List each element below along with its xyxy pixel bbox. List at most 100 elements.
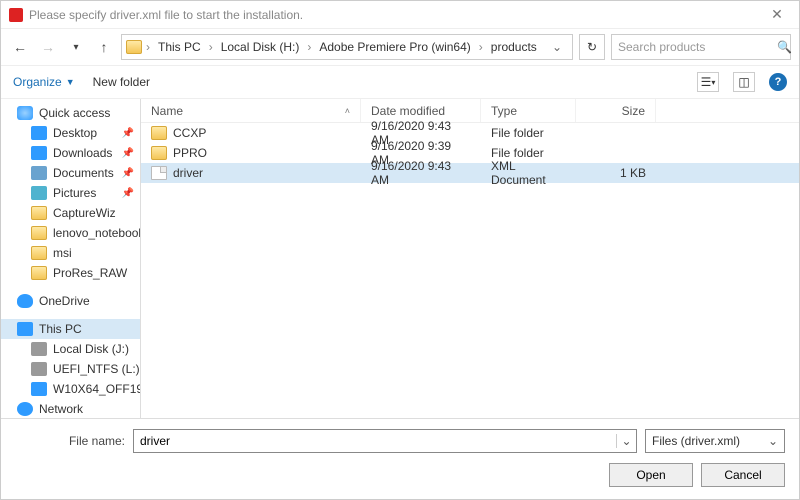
disk-icon bbox=[31, 342, 47, 356]
view-mode-button[interactable]: ☰▾ bbox=[697, 72, 719, 92]
file-type-filter[interactable]: Files (driver.xml) ⌄ bbox=[645, 429, 785, 453]
dl-icon bbox=[31, 146, 47, 160]
crumb-folder-1[interactable]: Adobe Premiere Pro (win64) bbox=[315, 38, 474, 56]
tree-item[interactable]: OneDrive bbox=[1, 291, 140, 311]
tree-item[interactable]: Desktop📌 bbox=[1, 123, 140, 143]
refresh-button[interactable]: ↻ bbox=[579, 34, 605, 60]
star-icon bbox=[17, 106, 33, 120]
pics-icon bbox=[31, 186, 47, 200]
breadcrumb-dropdown[interactable]: ⌄ bbox=[546, 40, 568, 54]
chevron-down-icon: ⌄ bbox=[768, 434, 778, 448]
tree-item[interactable]: UEFI_NTFS (L:) bbox=[1, 359, 140, 379]
file-size: 1 KB bbox=[576, 166, 656, 180]
file-name: driver bbox=[173, 166, 203, 180]
close-icon[interactable]: ✕ bbox=[763, 6, 791, 23]
app-icon bbox=[9, 8, 23, 22]
tree-item-label: Quick access bbox=[39, 106, 110, 120]
tree-item-label: Local Disk (J:) bbox=[53, 342, 129, 356]
tree-item[interactable]: Documents 📌 bbox=[1, 163, 140, 183]
chevron-right-icon: › bbox=[146, 40, 150, 54]
filename-dropdown[interactable]: ⌄ bbox=[616, 434, 636, 448]
back-button[interactable]: ← bbox=[9, 39, 31, 55]
file-type: File folder bbox=[481, 146, 576, 160]
tree-item[interactable]: msi bbox=[1, 243, 140, 263]
disk-icon bbox=[31, 362, 47, 376]
title-bar: Please specify driver.xml file to start … bbox=[1, 1, 799, 29]
footer: File name: ⌄ Files (driver.xml) ⌄ Open C… bbox=[1, 418, 799, 499]
diskb-icon bbox=[31, 382, 47, 396]
tree-item-label: This PC bbox=[39, 322, 82, 336]
file-row[interactable]: driver9/16/2020 9:43 AMXML Document1 KB bbox=[141, 163, 799, 183]
preview-pane-button[interactable]: ◫ bbox=[733, 72, 755, 92]
main-area: Quick access Desktop📌 Downloads 📌 Documents 📌… bbox=[1, 99, 799, 418]
tree-item-label: Documents bbox=[53, 166, 114, 180]
folder-icon bbox=[126, 40, 142, 54]
crumb-this-pc[interactable]: This PC bbox=[154, 38, 205, 56]
tree-item-label: OneDrive bbox=[39, 294, 90, 308]
nav-bar: ← → ▾ ↑ › This PC › Local Disk (H:) › Ad… bbox=[1, 29, 799, 65]
pin-icon: 📌 bbox=[122, 188, 134, 199]
search-box[interactable]: 🔍 bbox=[611, 34, 791, 60]
tree-item[interactable]: This PC bbox=[1, 319, 140, 339]
crumb-folder-2[interactable]: products bbox=[487, 38, 541, 56]
organize-button[interactable]: Organize ▼ bbox=[13, 75, 75, 89]
tree-item[interactable]: Quick access bbox=[1, 103, 140, 123]
pin-icon: 📌 bbox=[122, 128, 134, 139]
up-button[interactable]: ↑ bbox=[93, 39, 115, 55]
new-folder-button[interactable]: New folder bbox=[93, 75, 150, 89]
cloud-icon bbox=[17, 294, 33, 308]
filename-label: File name: bbox=[15, 434, 125, 448]
docs-icon bbox=[31, 166, 47, 180]
filename-input-wrap[interactable]: ⌄ bbox=[133, 429, 637, 453]
recent-dropdown[interactable]: ▾ bbox=[65, 42, 87, 53]
chevron-down-icon: ▼ bbox=[66, 77, 75, 87]
tree-item[interactable]: lenovo_notebook bbox=[1, 223, 140, 243]
pin-icon: 📌 bbox=[122, 148, 134, 159]
chevron-right-icon: › bbox=[307, 40, 311, 54]
file-name: PPRO bbox=[173, 146, 207, 160]
crumb-drive[interactable]: Local Disk (H:) bbox=[217, 38, 304, 56]
chevron-right-icon: › bbox=[209, 40, 213, 54]
fld-icon bbox=[31, 246, 47, 260]
file-type: File folder bbox=[481, 126, 576, 140]
file-date: 9/16/2020 9:43 AM bbox=[361, 159, 481, 187]
fld-icon bbox=[31, 226, 47, 240]
fld-icon bbox=[31, 206, 47, 220]
col-type[interactable]: Type bbox=[481, 99, 576, 122]
pin-icon: 📌 bbox=[122, 168, 134, 179]
forward-button[interactable]: → bbox=[37, 39, 59, 55]
tree-item-label: Pictures bbox=[53, 186, 96, 200]
tree-item[interactable]: Pictures 📌 bbox=[1, 183, 140, 203]
navigation-tree[interactable]: Quick access Desktop📌 Downloads 📌 Documents 📌… bbox=[1, 99, 141, 418]
window-title: Please specify driver.xml file to start … bbox=[29, 8, 303, 22]
fld-icon bbox=[31, 266, 47, 280]
col-size[interactable]: Size bbox=[576, 99, 656, 122]
open-button[interactable]: Open bbox=[609, 463, 693, 487]
tree-item-label: CaptureWiz bbox=[53, 206, 116, 220]
tree-item[interactable]: CaptureWiz bbox=[1, 203, 140, 223]
folder-icon bbox=[151, 126, 167, 140]
tree-item-label: ProRes_RAW bbox=[53, 266, 127, 280]
tree-item-label: Network bbox=[39, 402, 83, 416]
tree-item[interactable]: Network bbox=[1, 399, 140, 418]
file-type: XML Document bbox=[481, 159, 576, 187]
tree-item[interactable]: Downloads 📌 bbox=[1, 143, 140, 163]
pc-icon bbox=[17, 322, 33, 336]
tree-item[interactable]: Local Disk (J:) bbox=[1, 339, 140, 359]
tree-item[interactable]: ProRes_RAW bbox=[1, 263, 140, 283]
cancel-button[interactable]: Cancel bbox=[701, 463, 785, 487]
filename-input[interactable] bbox=[134, 434, 616, 448]
toolbar: Organize ▼ New folder ☰▾ ◫ ? bbox=[1, 65, 799, 99]
col-name[interactable]: Name˄ bbox=[141, 99, 361, 122]
search-input[interactable] bbox=[618, 40, 773, 54]
tree-item-label: Downloads bbox=[53, 146, 112, 160]
tree-item-label: UEFI_NTFS (L:) bbox=[53, 362, 140, 376]
help-button[interactable]: ? bbox=[769, 73, 787, 91]
breadcrumb[interactable]: › This PC › Local Disk (H:) › Adobe Prem… bbox=[121, 34, 573, 60]
tree-item[interactable]: W10X64_OFF19_EN bbox=[1, 379, 140, 399]
tree-item-label: W10X64_OFF19_EN bbox=[53, 382, 140, 396]
search-icon: 🔍 bbox=[777, 40, 792, 54]
desktop-icon bbox=[31, 126, 47, 140]
sort-caret-icon: ˄ bbox=[345, 106, 350, 116]
file-name: CCXP bbox=[173, 126, 206, 140]
